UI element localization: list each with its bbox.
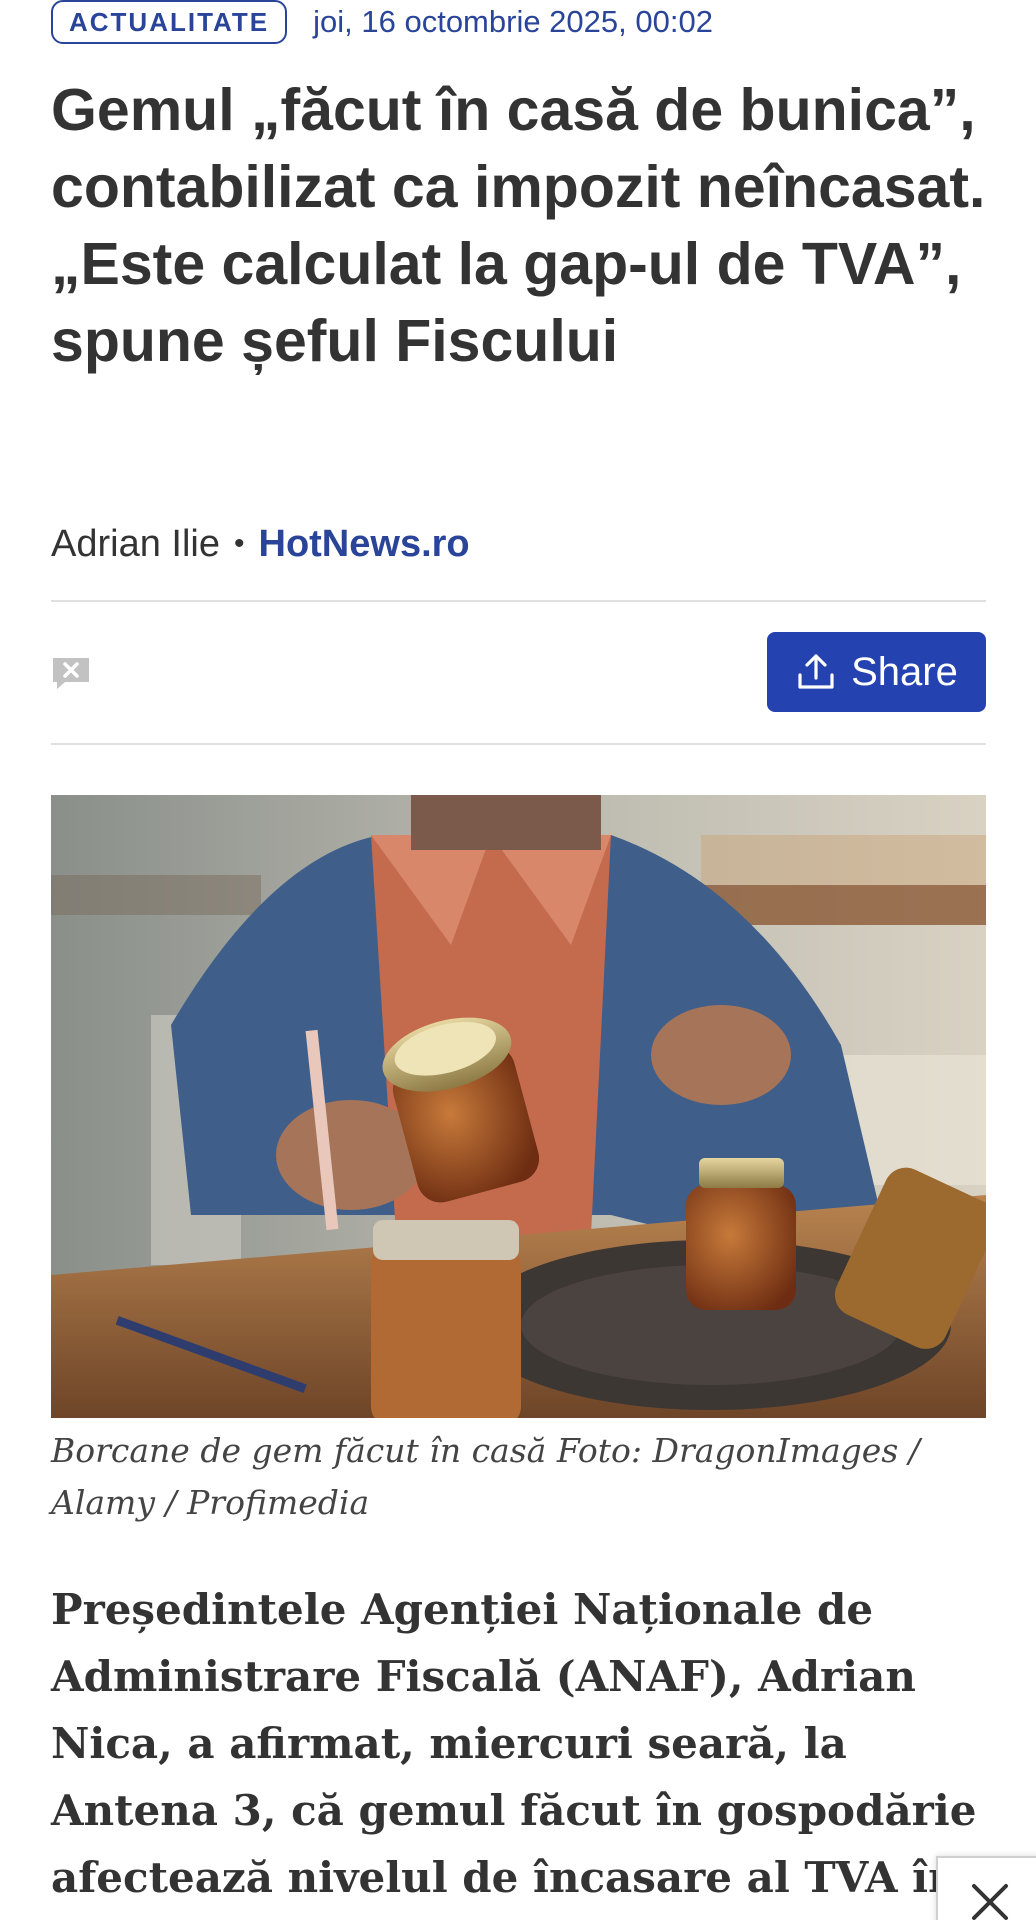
upload-share-icon [798, 654, 834, 689]
divider [51, 743, 986, 745]
share-button[interactable]: Share [767, 632, 986, 712]
byline: Adrian Ilie • HotNews.ro [51, 516, 470, 572]
category-badge[interactable]: ACTUALITATE [51, 0, 288, 44]
close-ad-button[interactable] [936, 1856, 1036, 1920]
comment-closed-icon[interactable] [51, 652, 91, 692]
article-title: Gemul „făcut în casă de bunica”, contabi… [51, 77, 986, 374]
image-caption: Borcane de gem făcut în casă Foto: Drago… [51, 1431, 920, 1522]
article-meta: ACTUALITATE joi, 16 octombrie 2025, 00:0… [51, 0, 713, 44]
share-label: Share [851, 649, 958, 694]
publish-date: joi, 16 octombrie 2025, 00:02 [313, 4, 713, 39]
close-icon [972, 1884, 1008, 1920]
author-name[interactable]: Adrian Ilie [51, 523, 220, 566]
article-hero-image[interactable] [51, 795, 986, 1418]
byline-separator: • [233, 527, 245, 560]
source-link[interactable]: HotNews.ro [259, 523, 470, 566]
divider [51, 600, 986, 602]
article-lead: Președintele Agenției Naționale de Admin… [51, 1585, 977, 1902]
